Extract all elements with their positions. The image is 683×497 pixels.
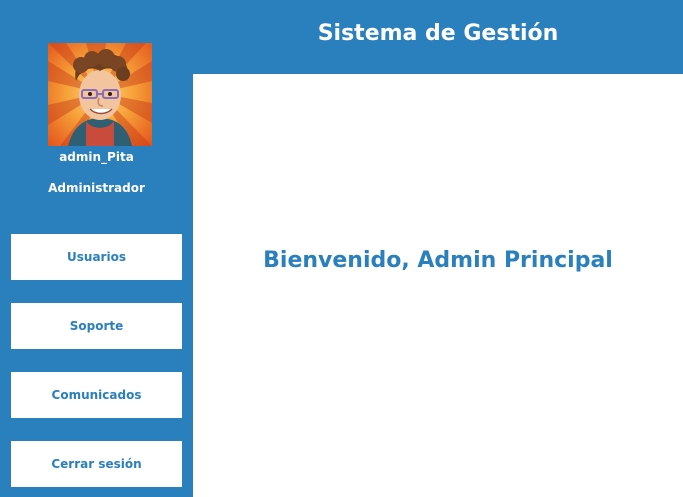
page-title: Sistema de Gestión [317, 20, 559, 46]
app-window: admin_Pita Administrador Usuarios Soport… [0, 0, 683, 497]
soporte-button[interactable]: Soporte [11, 303, 182, 349]
welcome-message: Bienvenido, Admin Principal [263, 248, 613, 273]
top-header: Sistema de Gestión [193, 0, 683, 74]
usuarios-button[interactable]: Usuarios [11, 234, 182, 280]
comunicados-button[interactable]: Comunicados [11, 372, 182, 418]
sidebar: admin_Pita Administrador Usuarios Soport… [0, 0, 193, 497]
user-role-label: Administrador [48, 181, 145, 195]
user-avatar-icon [48, 43, 152, 146]
username-label: admin_Pita [59, 150, 134, 164]
logout-button[interactable]: Cerrar sesión [11, 441, 182, 487]
